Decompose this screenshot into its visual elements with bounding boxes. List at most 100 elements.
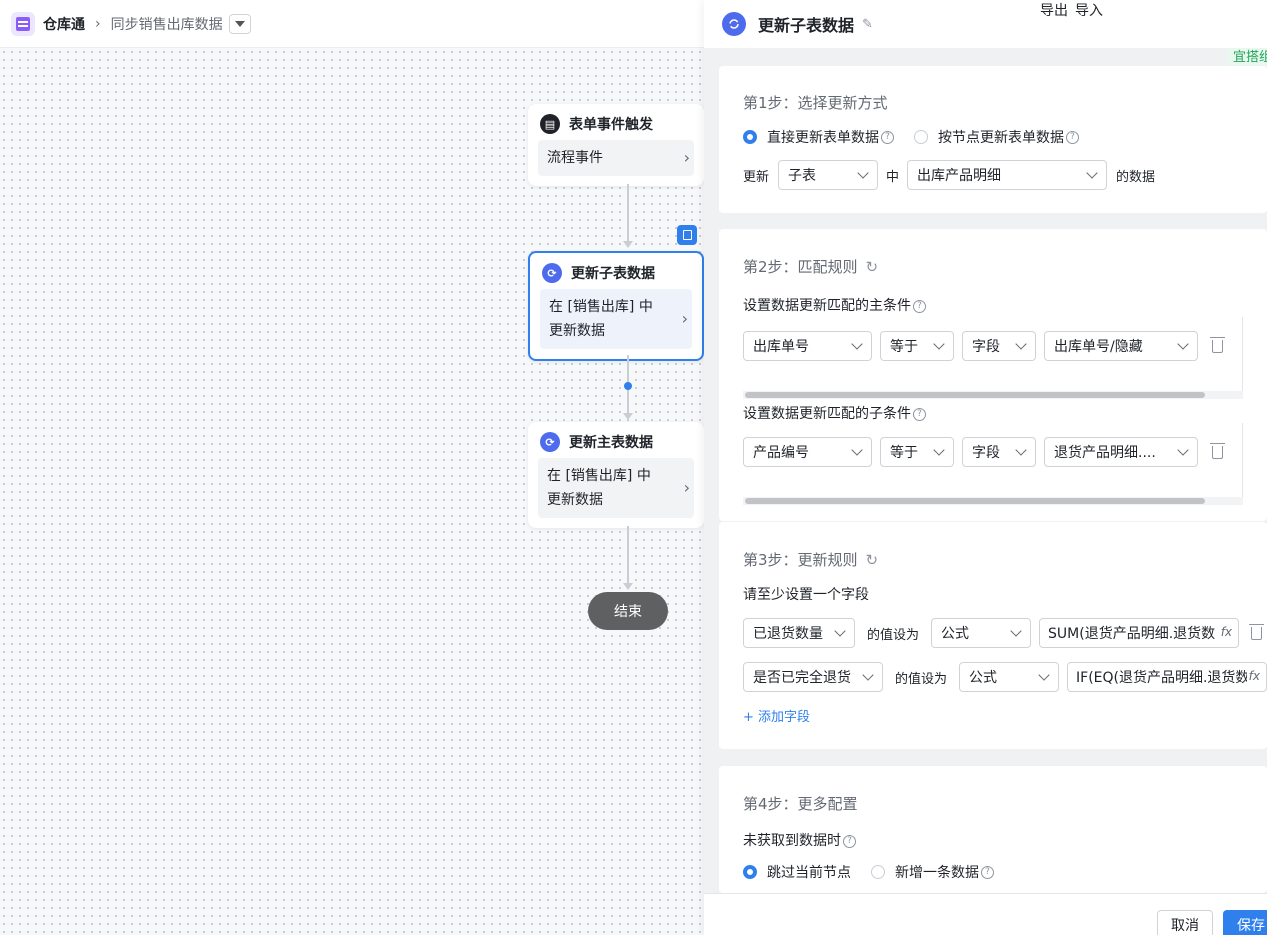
trash-icon[interactable] <box>1249 623 1265 640</box>
step2-title-text: 第2步：匹配规则 <box>743 258 858 276</box>
sub-operator-value: 等于 <box>890 445 918 461</box>
horizontal-scrollbar[interactable] <box>743 391 1243 399</box>
rule-mode-value: 公式 <box>941 626 970 642</box>
import-button[interactable]: 导入 <box>1075 0 1103 20</box>
chevron-down-icon <box>1177 338 1189 350</box>
main-field-select[interactable]: 出库单号 <box>743 331 872 361</box>
main-condition-scroll[interactable]: 出库单号 等于 字段 出库单号/隐藏 <box>743 317 1243 399</box>
step1-card: 第1步：选择更新方式 直接更新表单数据 ? 按节点更新表单数据 ? 更新 子表 … <box>719 66 1267 213</box>
trash-icon[interactable] <box>1210 336 1225 353</box>
formula-input[interactable]: IF(EQ(退货产品明细.退货数 fx <box>1067 662 1267 692</box>
radio-node-update-label[interactable]: 按节点更新表单数据 <box>938 127 1064 147</box>
rule-mode-select[interactable]: 公式 <box>931 618 1032 648</box>
rule-field-select[interactable]: 是否已完全退货 <box>743 662 883 692</box>
edit-icon[interactable]: ✎ <box>862 17 873 32</box>
help-icon[interactable]: ? <box>913 299 926 313</box>
rule-field-value: 是否已完全退货 <box>753 670 851 686</box>
step3-title-text: 第3步：更新规则 <box>743 551 858 569</box>
radio-add-record[interactable] <box>871 865 885 879</box>
top-bar: 仓库通 › 同步销售出库数据 <box>0 0 704 48</box>
help-icon[interactable]: ? <box>981 865 994 879</box>
radio-skip-node[interactable] <box>743 865 757 879</box>
chevron-down-icon <box>1038 669 1050 681</box>
connector-line <box>627 184 629 242</box>
save-button[interactable]: 保存 <box>1223 910 1267 935</box>
main-value-type-select[interactable]: 字段 <box>962 331 1036 361</box>
subtable-select[interactable]: 出库产品明细 <box>907 160 1108 190</box>
trash-icon[interactable] <box>1210 442 1225 459</box>
data-suffix-label: 的数据 <box>1116 169 1156 185</box>
chevron-down-icon <box>862 669 874 681</box>
app-logo[interactable] <box>11 11 35 36</box>
rule-mode-value: 公式 <box>969 670 998 686</box>
formula-input[interactable]: SUM(退货产品明细.退货数 fx <box>1039 618 1240 648</box>
main-operator-select[interactable]: 等于 <box>880 331 954 361</box>
node-update-subtable[interactable]: ⟳ 更新子表数据 在 [销售出库] 中更新数据 › <box>528 251 704 361</box>
radio-node-update[interactable] <box>914 130 928 144</box>
help-icon[interactable]: ? <box>843 834 856 848</box>
node-update-main-header: ⟳ 更新主表数据 <box>528 422 704 458</box>
sub-field-select[interactable]: 产品编号 <box>743 437 872 467</box>
copy-node-button[interactable] <box>677 225 697 245</box>
node-trigger-body[interactable]: 流程事件 › <box>538 140 694 176</box>
flow-dropdown-button[interactable] <box>228 13 251 34</box>
sub-value-type-select[interactable]: 字段 <box>962 437 1036 467</box>
sub-value-type-value: 字段 <box>972 445 1000 461</box>
radio-direct-update-label[interactable]: 直接更新表单数据 <box>767 127 879 147</box>
step3-card: 第3步：更新规则 ↻ 请至少设置一个字段 已退货数量 的值设为 公式 SUM(退… <box>719 522 1267 749</box>
sync-icon: ⟳ <box>540 432 560 452</box>
rule-mode-select[interactable]: 公式 <box>959 662 1060 692</box>
sub-operator-select[interactable]: 等于 <box>880 437 954 467</box>
chevron-down-icon <box>933 338 945 350</box>
no-data-label-text: 未获取到数据时 <box>743 833 841 849</box>
node-update-main[interactable]: ⟳ 更新主表数据 在 [销售出库] 中更新数据 › <box>528 422 704 528</box>
radio-direct-update[interactable] <box>743 130 757 144</box>
connector-arrow <box>623 583 633 590</box>
connector-dot[interactable] <box>624 382 632 390</box>
sub-value-select[interactable]: 退货产品明细.... <box>1044 437 1198 467</box>
sub-field-value: 产品编号 <box>753 445 809 461</box>
main-condition-label-text: 设置数据更新匹配的主条件 <box>743 298 911 314</box>
scrollbar-thumb[interactable] <box>745 392 1205 398</box>
step2-title: 第2步：匹配规则 ↻ <box>743 256 1267 277</box>
radio-add-record-label[interactable]: 新增一条数据 <box>895 862 979 882</box>
step3-hint: 请至少设置一个字段 <box>743 587 869 603</box>
sub-condition-scroll[interactable]: 产品编号 等于 字段 退货产品明细.... <box>743 423 1243 505</box>
sync-icon: ⟳ <box>542 263 562 283</box>
add-field-button[interactable]: + 添加字段 <box>743 706 1267 725</box>
scrollbar-thumb[interactable] <box>745 498 1205 504</box>
main-value-value: 出库单号/隐藏 <box>1054 339 1143 355</box>
app-name[interactable]: 仓库通 <box>43 14 85 34</box>
node-update-main-body[interactable]: 在 [销售出库] 中更新数据 › <box>538 458 694 518</box>
fx-icon[interactable]: fx <box>1246 669 1260 683</box>
target-type-select[interactable]: 子表 <box>778 160 879 190</box>
refresh-icon[interactable]: ↻ <box>866 551 879 569</box>
fx-icon[interactable]: fx <box>1218 625 1233 639</box>
help-icon[interactable]: ? <box>881 130 894 144</box>
node-end[interactable]: 结束 <box>588 592 668 630</box>
radio-skip-node-label[interactable]: 跳过当前节点 <box>767 862 851 882</box>
horizontal-scrollbar[interactable] <box>743 497 1243 505</box>
node-trigger[interactable]: ▤ 表单事件触发 流程事件 › <box>528 104 704 186</box>
export-button[interactable]: 导出 <box>1040 0 1068 20</box>
node-update-subtable-body[interactable]: 在 [销售出库] 中更新数据 › <box>540 289 692 349</box>
main-value-select[interactable]: 出库单号/隐藏 <box>1044 331 1198 361</box>
chevron-down-icon <box>933 444 945 456</box>
node-config-panel: 更新子表数据 ✎ 导出 导入 宜搭组 第1步：选择更新方式 直接更新表单数据 ?… <box>704 0 1267 935</box>
help-icon[interactable]: ? <box>913 407 926 421</box>
node-update-main-text: 在 [销售出库] 中更新数据 <box>547 468 651 508</box>
refresh-icon[interactable]: ↻ <box>866 258 879 276</box>
chevron-right-icon: › <box>683 478 690 497</box>
chevron-down-icon <box>1010 625 1022 637</box>
sub-condition-label: 设置数据更新匹配的子条件? <box>743 403 926 423</box>
node-update-subtable-title: 更新子表数据 <box>571 266 655 282</box>
set-value-label: 的值设为 <box>895 671 948 687</box>
help-icon[interactable]: ? <box>1066 130 1079 144</box>
chevron-down-icon <box>1086 167 1098 179</box>
node-update-subtable-text: 在 [销售出库] 中更新数据 <box>549 299 653 339</box>
rule-field-value: 已退货数量 <box>753 626 823 642</box>
node-update-subtable-header: ⟳ 更新子表数据 <box>530 253 702 289</box>
rule-field-select[interactable]: 已退货数量 <box>743 618 855 648</box>
cancel-button[interactable]: 取消 <box>1157 910 1213 935</box>
main-field-value: 出库单号 <box>753 339 809 355</box>
